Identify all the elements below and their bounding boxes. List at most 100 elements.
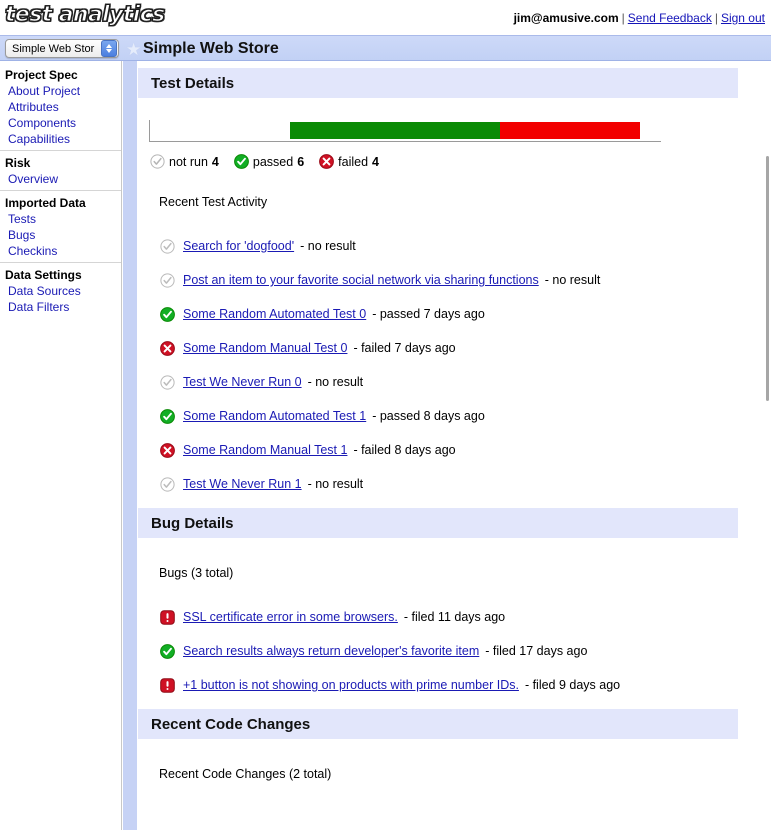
test-name-link[interactable]: Some Random Manual Test 1 [183, 443, 347, 457]
sign-out-link[interactable]: Sign out [721, 11, 765, 25]
test-activity-row: Test We Never Run 1 - no result [137, 467, 771, 501]
test-name-link[interactable]: Search for 'dogfood' [183, 239, 294, 253]
passed-icon [160, 306, 175, 322]
not-run-icon [160, 272, 175, 288]
accent-strip [123, 61, 137, 830]
project-bar: Simple Web Stor ★ Simple Web Store [0, 35, 771, 61]
passed-icon [160, 408, 175, 424]
not-run-icon [160, 476, 175, 492]
sidebar-group-project-spec: Project Spec About Project Attributes Co… [0, 67, 121, 150]
sidebar-item-overview[interactable]: Overview [0, 171, 121, 187]
test-status-chart [149, 120, 661, 142]
not-run-icon [160, 238, 175, 254]
chart-bar-not-run [150, 122, 290, 139]
body: Project Spec About Project Attributes Co… [0, 61, 771, 830]
bug-row: Search results always return developer's… [137, 634, 771, 668]
failed-icon [160, 442, 175, 458]
bug-list: SSL certificate error in some browsers. -… [137, 600, 771, 702]
code-changes-summary: Recent Code Changes (2 total) [159, 767, 332, 781]
bug-row: SSL certificate error in some browsers. -… [137, 600, 771, 634]
test-name-link[interactable]: Some Random Manual Test 0 [183, 341, 347, 355]
test-name-link[interactable]: Test We Never Run 0 [183, 375, 302, 389]
test-activity-row: Some Random Manual Test 0 - failed 7 days… [137, 331, 771, 365]
test-activity-row-meta: - passed 8 days ago [372, 409, 485, 423]
project-select-value: Simple Web Stor [12, 42, 95, 55]
bug-fixed-icon [160, 643, 175, 659]
page-title: Simple Web Store [143, 40, 279, 57]
test-activity-row-meta: - failed 7 days ago [353, 341, 456, 355]
account-separator-1: | [621, 11, 625, 25]
test-activity-row: Some Random Automated Test 1 - passed 8 d… [137, 399, 771, 433]
test-activity-row-meta: - no result [300, 239, 356, 253]
bugs-summary: Bugs (3 total) [159, 566, 234, 580]
test-activity-row: Search for 'dogfood' - no result [137, 229, 771, 263]
bug-row-meta: - filed 17 days ago [485, 644, 588, 658]
test-name-link[interactable]: Post an item to your favorite social net… [183, 273, 539, 287]
legend-label-passed: passed [252, 154, 294, 169]
sidebar-heading-imported-data: Imported Data [5, 196, 86, 210]
chart-bar-failed [500, 122, 640, 139]
test-activity-row-meta: - passed 7 days ago [372, 307, 485, 321]
bug-name-link[interactable]: Search results always return developer's… [183, 644, 479, 658]
sidebar-group-imported-data: Imported Data Tests Bugs Checkins [0, 190, 121, 262]
main-content: Test Details not run 4 passed 6 failed 4… [137, 61, 771, 830]
sidebar-item-checkins[interactable]: Checkins [0, 243, 121, 259]
vertical-scrollbar[interactable] [766, 156, 769, 401]
bug-row-meta: - filed 9 days ago [524, 678, 621, 692]
test-activity-row: Test We Never Run 0 - no result [137, 365, 771, 399]
test-name-link[interactable]: Test We Never Run 1 [183, 477, 302, 491]
sidebar-group-risk: Risk Overview [0, 150, 121, 190]
failed-icon [160, 340, 175, 356]
sidebar-item-capabilities[interactable]: Capabilities [0, 131, 121, 147]
bug-open-icon [160, 609, 175, 625]
sidebar-item-components[interactable]: Components [0, 115, 121, 131]
legend-count-failed: 4 [372, 154, 379, 169]
test-activity-row: Some Random Manual Test 1 - failed 8 days… [137, 433, 771, 467]
sidebar-item-tests[interactable]: Tests [0, 211, 121, 227]
legend-label-failed: failed [338, 154, 369, 169]
not-run-icon [160, 374, 175, 390]
failed-icon [319, 154, 335, 169]
section-header-test-details: Test Details [138, 68, 738, 98]
bug-row-meta: - filed 11 days ago [403, 610, 506, 624]
account-email: jim@amusive.com [513, 11, 619, 25]
bug-open-icon [160, 677, 175, 693]
sidebar-item-data-sources[interactable]: Data Sources [0, 283, 121, 299]
recent-test-activity-heading: Recent Test Activity [159, 195, 268, 209]
star-icon[interactable]: ★ [126, 41, 141, 58]
not-run-icon [150, 154, 165, 169]
bug-name-link[interactable]: +1 button is not showing on products wit… [183, 678, 519, 692]
sidebar-heading-risk: Risk [5, 156, 31, 170]
project-select[interactable]: Simple Web Stor [5, 39, 119, 58]
account-bar: jim@amusive.com | Send Feedback | Sign out [514, 11, 765, 25]
send-feedback-link[interactable]: Send Feedback [628, 11, 712, 25]
top-bar: test analytics jim@amusive.com | Send Feed… [0, 0, 771, 35]
test-activity-row-meta: - failed 8 days ago [353, 443, 456, 457]
sidebar-item-bugs[interactable]: Bugs [0, 227, 121, 243]
sidebar-item-data-filters[interactable]: Data Filters [0, 299, 121, 315]
test-name-link[interactable]: Some Random Automated Test 1 [183, 409, 366, 423]
app-root: test analytics jim@amusive.com | Send Feed… [0, 0, 771, 831]
legend-label-not-run: not run [169, 154, 208, 169]
test-activity-row: Post an item to your favorite social net… [137, 263, 771, 297]
chart-bar-passed [290, 122, 500, 139]
test-activity-row-meta: - no result [544, 273, 601, 287]
sidebar-heading-data-settings: Data Settings [5, 268, 82, 282]
test-activity-list: Search for 'dogfood' - no result Post an i… [137, 229, 771, 501]
sidebar-group-data-settings: Data Settings Data Sources Data Filters [0, 262, 121, 318]
app-logo: test analytics [4, 1, 165, 26]
section-header-code-changes: Recent Code Changes [138, 709, 738, 739]
sidebar-heading-project-spec: Project Spec [5, 68, 78, 82]
sidebar-item-attributes[interactable]: Attributes [0, 99, 121, 115]
bug-name-link[interactable]: SSL certificate error in some browsers. [183, 610, 398, 624]
test-name-link[interactable]: Some Random Automated Test 0 [183, 307, 366, 321]
chevron-updown-icon[interactable] [101, 40, 117, 57]
account-separator-2: | [714, 11, 718, 25]
passed-icon [233, 154, 249, 169]
test-activity-row-meta: - no result [307, 477, 364, 491]
sidebar-item-about-project[interactable]: About Project [0, 83, 121, 99]
chart-legend: not run 4 passed 6 failed 4 [150, 154, 771, 169]
test-activity-row-meta: - no result [307, 375, 364, 389]
bug-row: +1 button is not showing on products wit… [137, 668, 771, 702]
section-header-bug-details: Bug Details [138, 508, 738, 538]
